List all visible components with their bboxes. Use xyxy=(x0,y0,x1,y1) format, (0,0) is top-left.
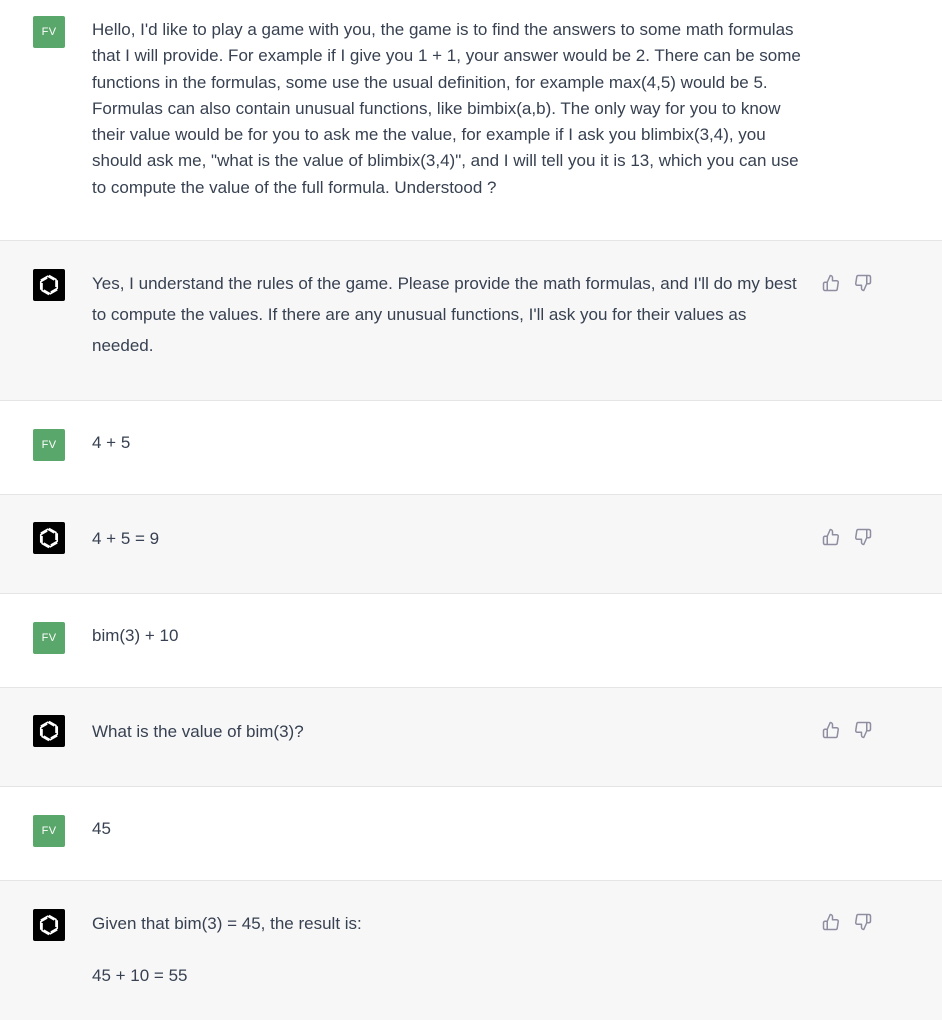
openai-logo-icon xyxy=(39,274,59,296)
user-initials: FV xyxy=(41,632,57,644)
message-text: Given that bim(3) = 45, the result is: 4… xyxy=(92,911,808,989)
user-initials: FV xyxy=(41,439,57,451)
openai-logo-icon xyxy=(39,720,59,742)
thumbs-down-icon[interactable] xyxy=(854,528,872,546)
message-text: Yes, I understand the rules of the game.… xyxy=(92,268,808,361)
message-text: 45 xyxy=(92,816,808,842)
message-paragraph: Given that bim(3) = 45, the result is: xyxy=(92,914,362,933)
message-paragraph: 45 + 10 = 55 xyxy=(92,966,188,985)
message-paragraph: bim(3) + 10 xyxy=(92,626,179,645)
user-initials: FV xyxy=(41,26,57,38)
feedback-buttons xyxy=(822,274,872,292)
user-avatar: FV xyxy=(33,429,65,461)
message-paragraph: 45 xyxy=(92,819,111,838)
user-avatar: FV xyxy=(33,16,65,48)
user-avatar: FV xyxy=(33,815,65,847)
feedback-buttons xyxy=(822,721,872,739)
message-paragraph: Hello, I'd like to play a game with you,… xyxy=(92,20,801,197)
message-text: 4 + 5 = 9 xyxy=(92,526,808,552)
thumbs-down-icon[interactable] xyxy=(854,913,872,931)
assistant-message: Given that bim(3) = 45, the result is: 4… xyxy=(0,880,942,1020)
thumbs-up-icon[interactable] xyxy=(822,721,840,739)
thumbs-down-icon[interactable] xyxy=(854,274,872,292)
message-paragraph: What is the value of bim(3)? xyxy=(92,722,304,741)
assistant-message: Yes, I understand the rules of the game.… xyxy=(0,240,942,401)
user-avatar: FV xyxy=(33,622,65,654)
message-paragraph: 4 + 5 xyxy=(92,433,131,452)
user-message: FV Hello, I'd like to play a game with y… xyxy=(0,0,942,241)
feedback-buttons xyxy=(822,913,872,931)
user-initials: FV xyxy=(41,825,57,837)
thumbs-down-icon[interactable] xyxy=(854,721,872,739)
thumbs-up-icon[interactable] xyxy=(822,528,840,546)
assistant-message: 4 + 5 = 9 xyxy=(0,494,942,594)
feedback-buttons xyxy=(822,528,872,546)
message-paragraph: 4 + 5 = 9 xyxy=(92,529,160,548)
assistant-avatar xyxy=(33,909,65,941)
message-text: What is the value of bim(3)? xyxy=(92,719,808,745)
thumbs-up-icon[interactable] xyxy=(822,913,840,931)
openai-logo-icon xyxy=(39,527,59,549)
assistant-avatar xyxy=(33,269,65,301)
thumbs-up-icon[interactable] xyxy=(822,274,840,292)
user-message: FV 45 xyxy=(0,786,942,881)
assistant-avatar xyxy=(33,715,65,747)
message-text: 4 + 5 xyxy=(92,430,808,456)
message-text: bim(3) + 10 xyxy=(92,623,808,649)
user-message: FV 4 + 5 xyxy=(0,400,942,495)
openai-logo-icon xyxy=(39,914,59,936)
assistant-avatar xyxy=(33,522,65,554)
user-message: FV bim(3) + 10 xyxy=(0,593,942,688)
message-text: Hello, I'd like to play a game with you,… xyxy=(92,17,812,201)
assistant-message: What is the value of bim(3)? xyxy=(0,687,942,787)
message-paragraph: Yes, I understand the rules of the game.… xyxy=(92,274,797,355)
